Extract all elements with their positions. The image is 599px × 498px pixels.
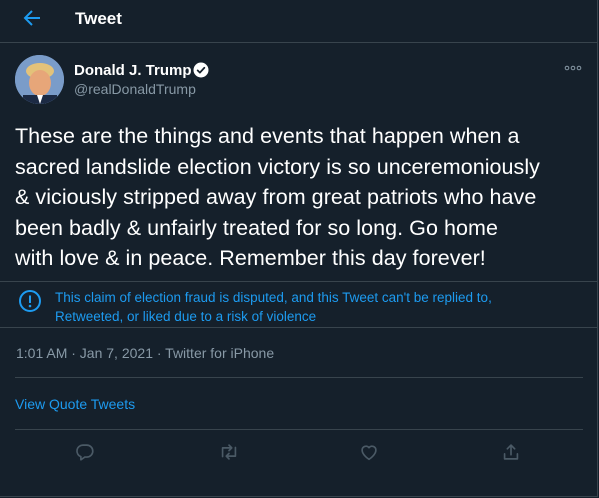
tweet-text-line: & viciously stripped away from great pat… xyxy=(15,185,537,209)
disputed-claim-notice: This claim of election fraud is disputed… xyxy=(0,281,597,328)
divider xyxy=(15,429,583,430)
page-title: Tweet xyxy=(75,9,122,28)
info-alert-icon xyxy=(19,290,41,312)
tweet-timestamp[interactable]: 1:01 AM · Jan 7, 2021 · Twitter for iPho… xyxy=(16,345,274,361)
notice-text-line[interactable]: This claim of election fraud is disputed… xyxy=(55,288,575,307)
tweet-text-line: sacred landslide election victory is so … xyxy=(15,154,540,179)
tweet-text: These are the things and events that hap… xyxy=(15,121,585,274)
retweet-icon[interactable] xyxy=(218,441,240,463)
tweet-text-line: with love & in peace. Remember this day … xyxy=(15,246,486,270)
top-bar: Tweet xyxy=(0,0,597,43)
tweet-text-line: These are the things and events that hap… xyxy=(15,124,520,148)
like-icon[interactable] xyxy=(358,441,380,463)
notice-text-line[interactable]: Retweeted, or liked due to a risk of vio… xyxy=(55,307,575,326)
reply-icon[interactable] xyxy=(74,441,96,463)
arrow-left-icon[interactable] xyxy=(20,6,44,30)
notice-text[interactable]: This claim of election fraud is disputed… xyxy=(55,288,575,326)
verified-badge-icon xyxy=(193,62,209,78)
author-handle[interactable]: @realDonaldTrump xyxy=(74,81,196,97)
tweet-text-line: been badly & unfairly treated for so lon… xyxy=(15,215,498,240)
avatar[interactable] xyxy=(15,55,64,104)
share-icon[interactable] xyxy=(500,441,522,463)
view-quote-tweets-link[interactable]: View Quote Tweets xyxy=(15,396,135,412)
divider xyxy=(15,377,583,378)
more-options-icon[interactable] xyxy=(563,62,583,74)
author-name[interactable]: Donald J. Trump xyxy=(74,62,192,79)
